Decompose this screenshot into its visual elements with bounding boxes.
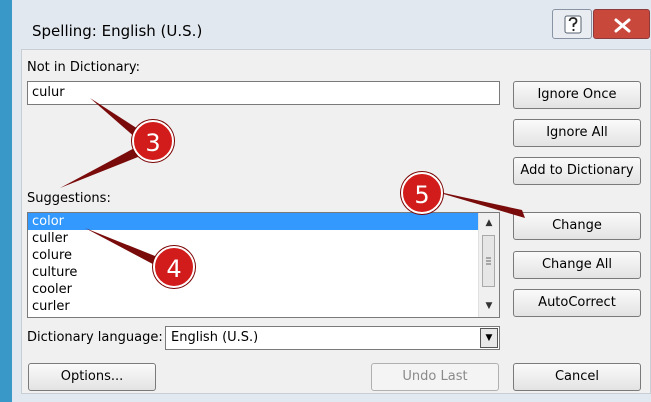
spelling-dialog: Spelling: English (U.S.) Not in Dictiona… <box>0 0 651 402</box>
callout-badge-5: 5 <box>401 172 443 214</box>
callout-badge-3: 3 <box>132 120 174 162</box>
callout-badge-4: 4 <box>153 246 195 288</box>
callout-arrows <box>60 98 525 270</box>
callout-5-pointer <box>430 190 525 218</box>
